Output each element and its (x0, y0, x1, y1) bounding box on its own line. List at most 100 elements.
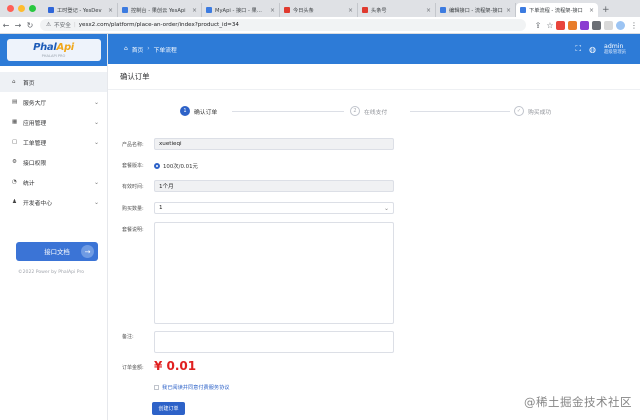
sidebar-menu: ⌂ 首页 ▤ 服务大厅 ⌄ ▦ 应用管理 ⌄ ▢ 工单管理 ⌄ ⚙ 接口权限 ◔… (0, 72, 107, 212)
agreement-link[interactable]: 我已阅读并同意付费服务协议 (162, 384, 229, 391)
app-grid-icon: ▦ (12, 119, 18, 125)
ticket-icon: ▢ (12, 139, 18, 145)
close-window-button[interactable] (7, 5, 14, 12)
step-label: 在线支付 (364, 109, 388, 116)
extension-icon[interactable] (604, 20, 613, 30)
sidebar-item-developer-center[interactable]: ♟ 开发者中心 ⌄ (0, 192, 107, 212)
breadcrumb-home-link[interactable]: 首页 (132, 45, 144, 54)
browser-tab[interactable]: 控制台 - 果创云 YesApi × (118, 3, 202, 17)
package-version-radio[interactable]: 100次/0.01元 (154, 162, 198, 170)
breadcrumb-separator-icon: › (147, 46, 150, 52)
agreement-checkbox-row[interactable]: 我已阅读并同意付费服务协议 (154, 384, 229, 391)
note-textarea[interactable] (154, 331, 394, 353)
sidebar-item-statistics[interactable]: ◔ 统计 ⌄ (0, 172, 107, 192)
step-connector (410, 111, 510, 112)
quantity-select[interactable]: 1 ⌄ (154, 202, 394, 214)
forward-icon[interactable]: → (12, 21, 24, 30)
logo[interactable]: PhalApi PHALAPI PRO (6, 39, 101, 61)
browser-tab[interactable]: MyApi - 接口 - 果创云 × (202, 3, 280, 17)
extension-icon[interactable] (592, 20, 601, 30)
sidebar-item-ticket-management[interactable]: ▢ 工单管理 ⌄ (0, 132, 107, 152)
tab-close-icon[interactable]: × (108, 7, 113, 14)
watermark-text: @稀土掘金技术社区 (524, 395, 632, 409)
user-icon: ♟ (12, 199, 17, 205)
tab-favicon-icon (362, 7, 368, 13)
maximize-window-button[interactable] (29, 5, 36, 12)
sidebar-item-label: 首页 (23, 80, 35, 87)
sidebar-item-label: 工单管理 (23, 140, 47, 147)
sidebar-item-api-permissions[interactable]: ⚙ 接口权限 (0, 152, 107, 172)
api-docs-button[interactable]: 接口文档 → (16, 242, 98, 261)
globe-icon[interactable]: ◍ (589, 45, 596, 54)
tab-close-icon[interactable]: × (192, 7, 197, 14)
browser-tab-active[interactable]: 下单流程 - 流程架-接口 × (516, 3, 598, 17)
quantity-label: 购买数量: (122, 206, 144, 212)
check-icon: ✓ (514, 106, 524, 116)
create-order-button[interactable]: 创建订单 (152, 402, 185, 415)
tab-close-icon[interactable]: × (348, 7, 353, 14)
browser-tab[interactable]: 工时登记 - YesDev × (44, 3, 118, 17)
home-icon: ⌂ (12, 79, 16, 85)
url-bar[interactable]: ⚠ 不安全 | yesx2.com/platform/place-an-orde… (40, 19, 526, 31)
tab-close-icon[interactable]: × (426, 7, 431, 14)
share-icon[interactable]: ⇪ (532, 21, 544, 30)
bookmark-star-icon[interactable]: ☆ (544, 21, 556, 30)
logo-text: PhalApi (33, 42, 74, 53)
service-hall-icon: ▤ (12, 99, 18, 105)
tab-favicon-icon (122, 7, 128, 13)
home-icon: ⌂ (124, 46, 128, 52)
browser-tab[interactable]: 今日头条 × (280, 3, 358, 17)
product-name-label: 产品名称: (122, 142, 144, 148)
tab-favicon-icon (206, 7, 212, 13)
window-controls (0, 5, 44, 12)
address-bar-row: ← → ↻ ⚠ 不安全 | yesx2.com/platform/place-a… (0, 17, 640, 34)
step-label: 购买成功 (528, 109, 552, 116)
valid-time-label: 有效时间: (122, 184, 144, 190)
sidebar-item-service-hall[interactable]: ▤ 服务大厅 ⌄ (0, 92, 107, 112)
breadcrumb-current: 下单流程 (153, 47, 177, 54)
sidebar-item-label: 开发者中心 (23, 200, 52, 207)
reload-icon[interactable]: ↻ (24, 21, 36, 30)
sidebar-item-home[interactable]: ⌂ 首页 (0, 72, 107, 92)
sidebar-item-app-management[interactable]: ▦ 应用管理 ⌄ (0, 112, 107, 132)
tab-close-icon[interactable]: × (506, 7, 511, 14)
tab-close-icon[interactable]: × (270, 7, 275, 14)
step-online-payment: 2 在线支付 (350, 106, 387, 116)
back-icon[interactable]: ← (0, 21, 12, 30)
pie-chart-icon: ◔ (12, 179, 17, 185)
step-purchase-success: ✓ 购买成功 (514, 106, 551, 116)
api-docs-label: 接口文档 (44, 248, 70, 256)
top-bar-right: ⛶ ◍ admin 超级管理员 (575, 43, 626, 56)
more-menu-icon[interactable]: ⋮ (628, 21, 640, 30)
agreement-checkbox[interactable] (154, 385, 159, 390)
insecure-label: 不安全 (54, 23, 71, 29)
new-tab-icon[interactable]: + (598, 5, 614, 15)
arrow-right-icon: → (81, 245, 94, 258)
profile-avatar[interactable] (616, 20, 625, 30)
minimize-window-button[interactable] (18, 5, 25, 12)
url-divider: | (73, 22, 76, 28)
extension-icon[interactable] (580, 20, 589, 30)
fullscreen-icon[interactable]: ⛶ (575, 44, 581, 54)
gear-icon: ⚙ (12, 159, 17, 165)
valid-time-value: 1个月 (159, 184, 174, 190)
user-menu[interactable]: admin 超级管理员 (604, 43, 626, 56)
tab-title: 控制台 - 果创云 YesApi (131, 7, 186, 14)
extension-icon[interactable] (556, 20, 565, 30)
sidebar-item-label: 服务大厅 (23, 100, 47, 107)
valid-time-field: 1个月 (154, 180, 394, 192)
tab-favicon-icon (520, 7, 526, 13)
order-amount-value: ¥ 0.01 (154, 359, 197, 373)
browser-tab[interactable]: 头条号 × (358, 3, 436, 17)
browser-tab[interactable]: 编辑接口 - 流程架-接口 × (436, 3, 516, 17)
tab-favicon-icon (440, 7, 446, 13)
tab-title: 工时登记 - YesDev (57, 7, 102, 14)
order-amount-label: 订单金额: (122, 365, 144, 371)
browser-tab-strip: 工时登记 - YesDev × 控制台 - 果创云 YesApi × MyApi… (0, 0, 640, 17)
top-bar: ⌂ 首页 › 下单流程 ⛶ ◍ admin 超级管理员 (108, 34, 640, 64)
chevron-down-icon: ⌄ (383, 204, 389, 212)
chevron-down-icon: ⌄ (93, 118, 99, 126)
tab-close-icon[interactable]: × (589, 7, 594, 14)
sidebar-item-label: 应用管理 (23, 120, 47, 127)
extension-icon[interactable] (568, 20, 577, 30)
